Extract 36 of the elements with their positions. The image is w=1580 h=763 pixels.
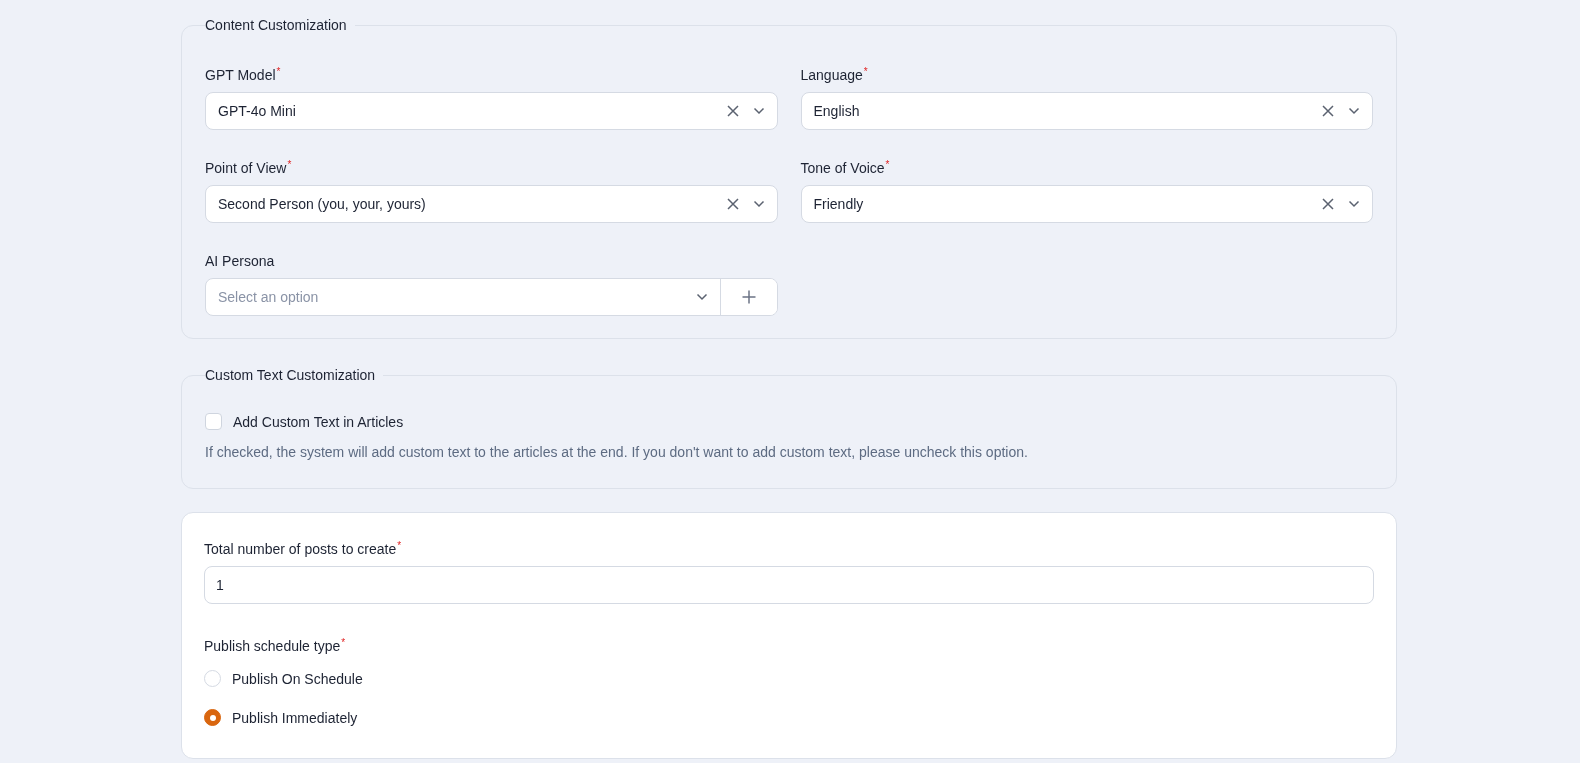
clear-icon[interactable] — [1322, 105, 1334, 117]
field-label: Publish schedule type — [204, 638, 341, 654]
field-label: Point of View — [205, 160, 287, 176]
radio-label[interactable]: Publish On Schedule — [232, 670, 363, 687]
plus-icon — [741, 290, 756, 304]
help-text: If checked, the system will add custom text to the articles at the end. If you don't want to add custom text, please uncheck this option. — [205, 444, 1029, 460]
field-label: Total number of posts to create — [204, 541, 397, 557]
required-mark: * — [276, 67, 281, 77]
section-title: Content Customization — [205, 17, 348, 33]
section-title: Custom Text Customization — [205, 367, 377, 383]
clear-icon[interactable] — [726, 105, 739, 117]
required-mark: * — [287, 160, 292, 170]
chevron-down-icon[interactable] — [695, 293, 708, 301]
required-mark: * — [885, 160, 890, 170]
radio-button[interactable] — [204, 709, 221, 726]
select-field[interactable]: Second Person (you, your, yours) — [205, 185, 778, 223]
chevron-down-icon[interactable] — [752, 200, 765, 208]
select-field[interactable]: GPT-4o Mini — [205, 92, 778, 130]
clear-icon[interactable] — [726, 198, 739, 210]
required-mark: * — [397, 541, 402, 551]
chevron-down-icon[interactable] — [752, 107, 765, 115]
number-input[interactable]: 1 — [204, 566, 1374, 604]
radio-label[interactable]: Publish Immediately — [232, 709, 358, 726]
select-field[interactable]: Friendly — [800, 185, 1373, 223]
field-label: Tone of Voice — [800, 160, 885, 176]
required-mark: * — [863, 67, 868, 77]
field-label: Language — [800, 67, 863, 83]
checkbox[interactable] — [205, 413, 222, 430]
chevron-down-icon[interactable] — [1348, 200, 1360, 208]
chevron-down-icon[interactable] — [1348, 107, 1360, 115]
field-label: AI Persona — [205, 253, 275, 269]
field-label: GPT Model — [205, 67, 276, 83]
required-mark: * — [341, 638, 346, 648]
checkbox-label[interactable]: Add Custom Text in Articles — [233, 413, 404, 430]
clear-icon[interactable] — [1322, 198, 1334, 210]
select-field[interactable]: English — [800, 92, 1373, 130]
